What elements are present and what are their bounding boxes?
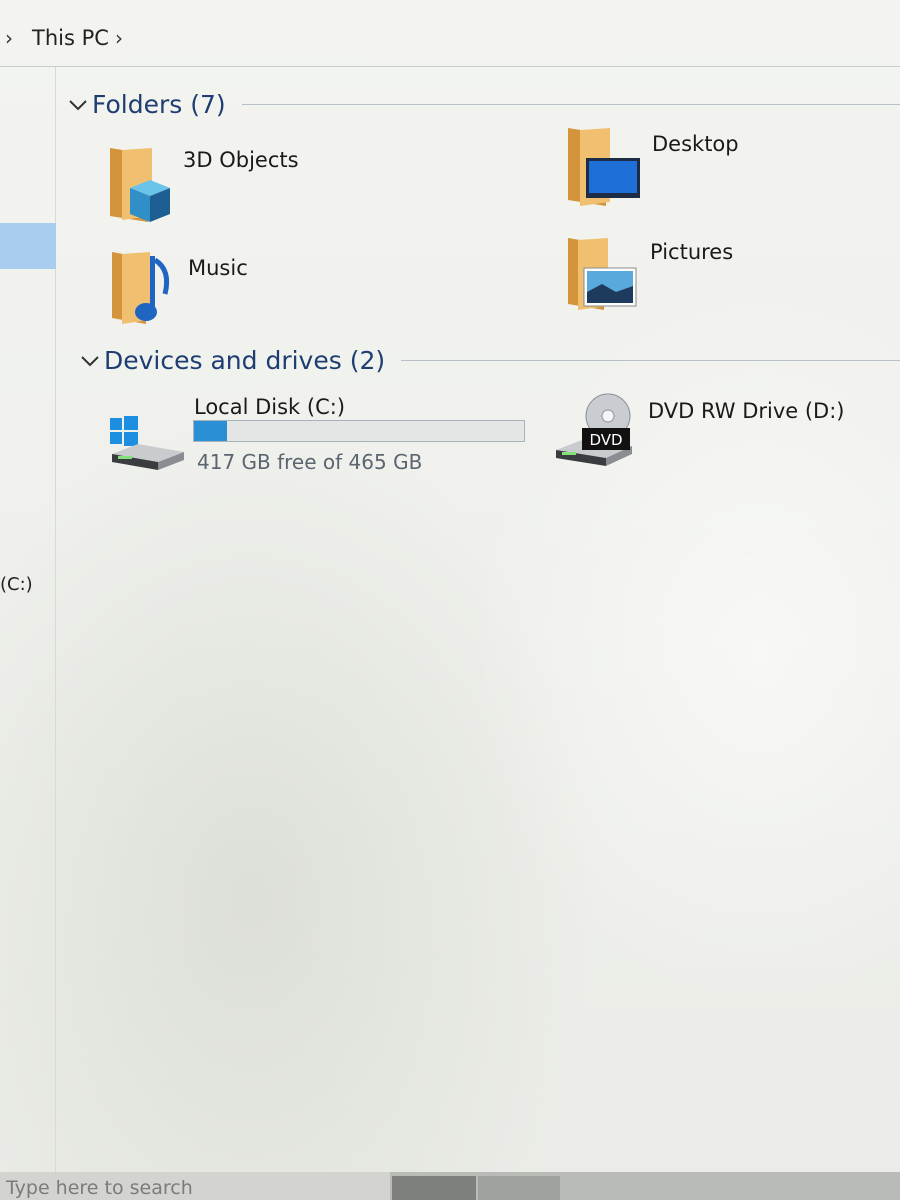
group-divider <box>241 104 900 105</box>
folder-label-3d-objects: 3D Objects <box>183 148 299 172</box>
group-divider <box>401 360 900 361</box>
music-folder-icon <box>112 252 170 324</box>
pictures-folder-icon <box>568 238 637 310</box>
taskbar-search-box[interactable]: Type here to search <box>0 1172 390 1200</box>
chevron-down-icon[interactable] <box>66 95 90 115</box>
drive-label-local-disk: Local Disk (C:) <box>194 395 346 419</box>
taskbar-app-button[interactable] <box>392 1176 476 1200</box>
breadcrumb-chevron-icon[interactable]: › <box>5 26 13 50</box>
breadcrumb-chevron-icon[interactable]: › <box>115 26 123 50</box>
folders-group-header[interactable]: Folders (7) <box>66 90 900 119</box>
disk-usage-bar <box>193 420 525 442</box>
chevron-down-icon[interactable] <box>78 351 102 371</box>
folder-item-3d-objects[interactable]: 3D Objects <box>100 142 320 226</box>
folder-item-music[interactable]: Music <box>104 246 324 328</box>
3d-objects-folder-icon <box>110 148 170 222</box>
devices-group-title: Devices and drives (2) <box>104 346 386 375</box>
folders-group-title: Folders (7) <box>92 90 226 119</box>
folder-item-desktop[interactable]: Desktop <box>562 122 782 212</box>
folder-label-pictures: Pictures <box>650 240 734 264</box>
search-placeholder: Type here to search <box>6 1177 193 1199</box>
taskbar-app-button[interactable] <box>478 1176 560 1200</box>
drive-item-dvd-rw-d[interactable]: DVD DVD RW Drive (D:) <box>552 388 852 472</box>
devices-group-header[interactable]: Devices and drives (2) <box>78 346 900 375</box>
nav-item-selected[interactable] <box>0 223 56 269</box>
dvd-badge: DVD <box>589 431 622 449</box>
folder-label-desktop: Desktop <box>652 132 739 156</box>
taskbar: Type here to search <box>0 1172 900 1200</box>
disk-free-space-text: 417 GB free of 465 GB <box>197 450 423 474</box>
breadcrumb-this-pc[interactable]: This PC <box>32 26 109 50</box>
address-bar[interactable]: › This PC › <box>0 0 900 67</box>
drive-label-dvd: DVD RW Drive (D:) <box>648 399 845 423</box>
disk-usage-fill <box>194 421 227 441</box>
dvd-drive-icon: DVD <box>556 393 632 466</box>
folder-label-music: Music <box>188 256 248 280</box>
folder-item-pictures[interactable]: Pictures <box>562 232 782 316</box>
desktop-folder-icon <box>568 128 640 206</box>
windows-drive-icon <box>110 416 184 470</box>
nav-item-local-disk[interactable]: (C:) <box>0 574 33 595</box>
